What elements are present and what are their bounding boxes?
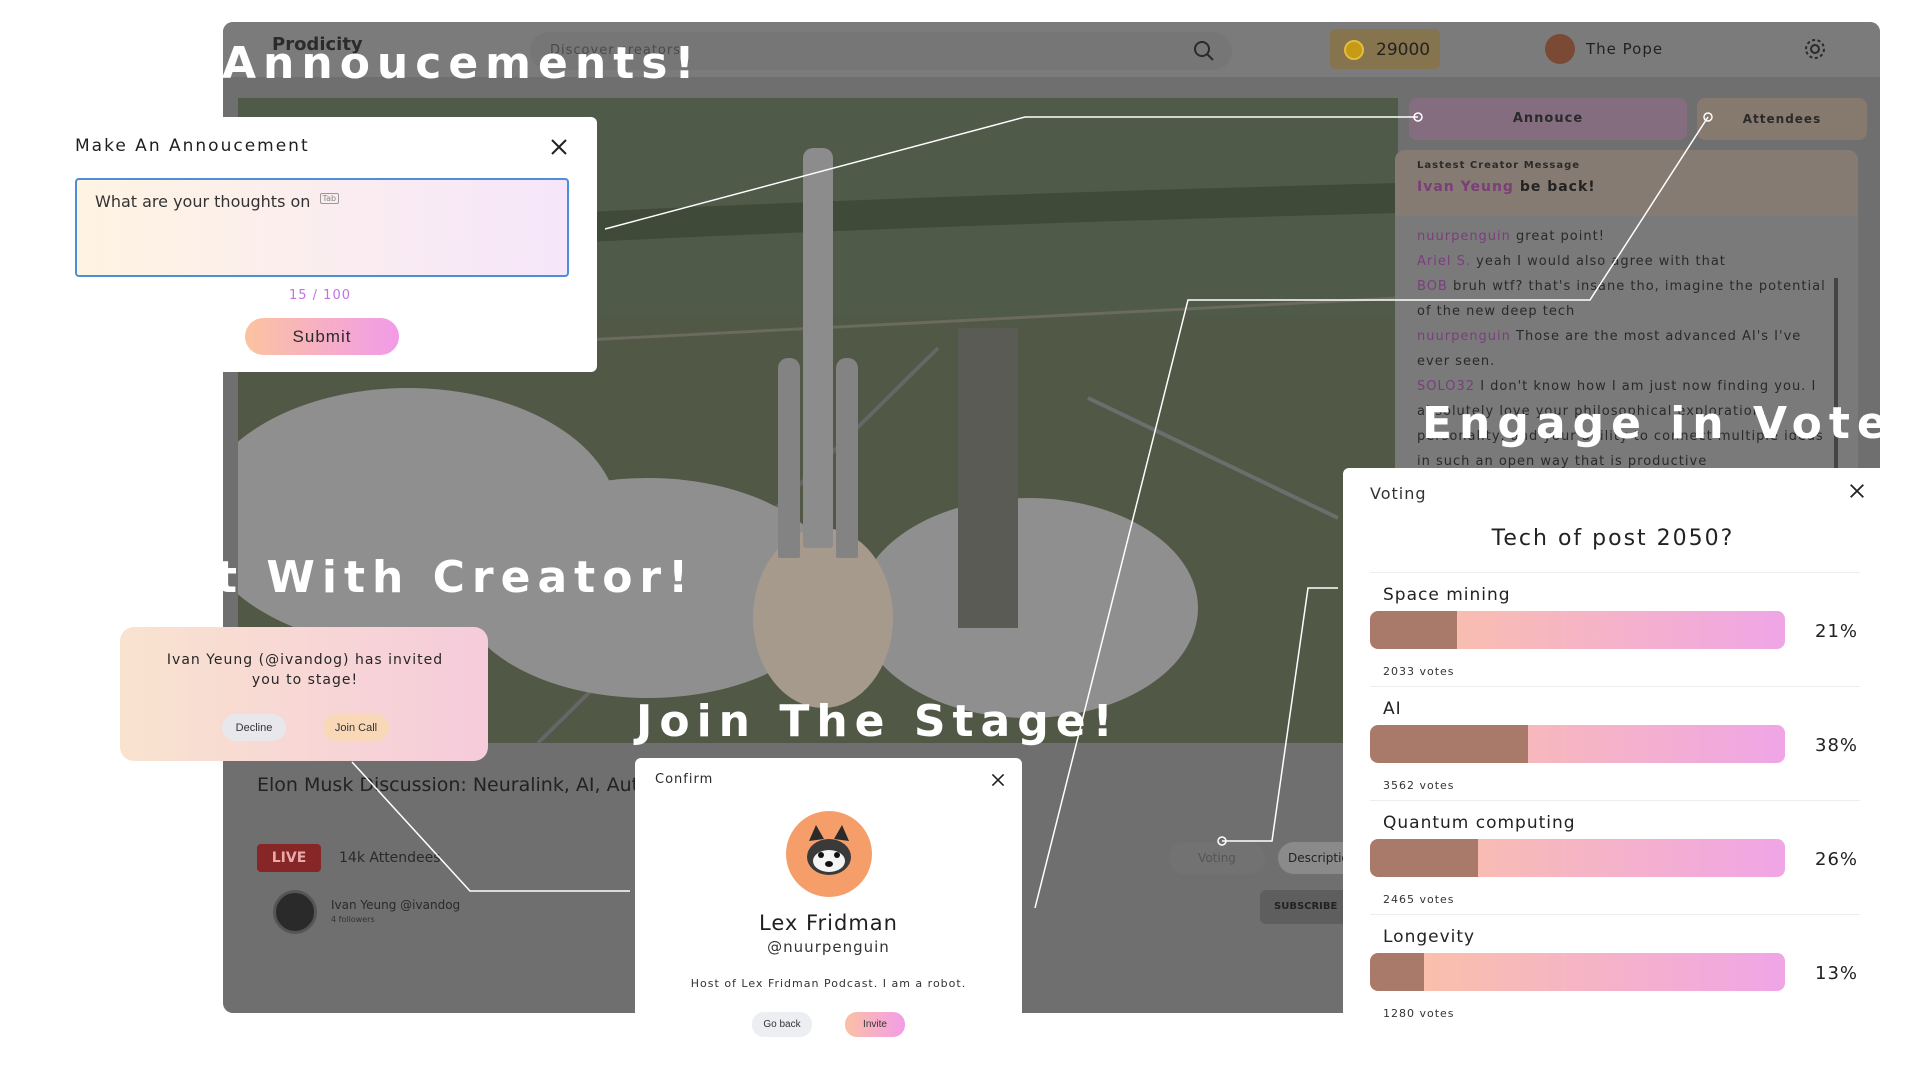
chat-text: yeah I would also agree with that — [1476, 254, 1726, 269]
coin-balance[interactable]: 29000 — [1330, 29, 1440, 69]
chat-user[interactable]: SOLO32 — [1417, 379, 1475, 394]
decline-button[interactable]: Decline — [222, 714, 286, 741]
vote-bar-fill — [1370, 611, 1458, 649]
latest-text: be back! — [1519, 179, 1596, 195]
stream-title: Elon Musk Discussion: Neuralink, AI, Aut — [257, 774, 640, 796]
latest-user[interactable]: Ivan Yeung — [1417, 179, 1514, 195]
announcement-input-text: What are your thoughts on — [95, 192, 311, 211]
search-icon[interactable] — [1192, 39, 1216, 63]
confirm-modal: Confirm Lex Fridman @nuurpenguin Host of… — [635, 758, 1022, 1037]
submit-button[interactable]: Submit — [245, 318, 399, 355]
chat-message: BOB bruh wtf? that's insane tho, imagine… — [1417, 274, 1832, 324]
attendee-count: 14k Attendees — [339, 850, 441, 866]
close-icon[interactable] — [549, 137, 569, 157]
headline-announcements: Annoucements! — [222, 38, 702, 89]
headline-chat: t With Creator! — [216, 552, 696, 603]
chat-message: Ariel S. yeah I would also agree with th… — [1417, 249, 1832, 274]
close-icon[interactable] — [1848, 482, 1866, 500]
coin-value: 29000 — [1376, 40, 1431, 60]
vote-option: Space mining 21% 2033 votes — [1370, 572, 1860, 684]
voting-panel: Voting Tech of post 2050? Space mining 2… — [1343, 468, 1888, 1028]
tab-hint: Tab — [319, 192, 340, 204]
vote-bar[interactable] — [1370, 839, 1785, 877]
rocket-booster-right — [836, 358, 858, 558]
vote-count: 2033 votes — [1383, 665, 1455, 678]
vote-percent: 26% — [1815, 849, 1859, 870]
vote-bar-fill — [1370, 953, 1424, 991]
vote-bar[interactable] — [1370, 953, 1785, 991]
rocket — [803, 148, 833, 548]
rocket-booster-left — [778, 358, 800, 558]
vote-option-label: Quantum computing — [1383, 813, 1576, 833]
vote-count: 2465 votes — [1383, 893, 1455, 906]
invite-message: Ivan Yeung (@ivandog) has invited you to… — [166, 652, 444, 688]
voting-question: Tech of post 2050? — [1491, 526, 1735, 551]
profile-bio: Host of Lex Fridman Podcast. I am a robo… — [690, 977, 967, 990]
chat-user[interactable]: Ariel S. — [1417, 254, 1471, 269]
vote-bar[interactable] — [1370, 725, 1785, 763]
chat-user[interactable]: BOB — [1417, 279, 1448, 294]
join-call-button[interactable]: Join Call — [323, 714, 389, 741]
headline-stage: Join The Stage! — [636, 696, 1120, 747]
latest-label: Lastest Creator Message — [1417, 160, 1581, 171]
creator-avatar[interactable] — [273, 890, 317, 934]
rocket-exhaust — [753, 528, 893, 708]
launch-tower — [958, 328, 1018, 628]
vote-percent: 21% — [1815, 621, 1859, 642]
chat-text: great point! — [1516, 229, 1605, 244]
tab-announce[interactable]: Annouce — [1409, 98, 1687, 140]
close-icon[interactable] — [990, 772, 1006, 788]
vote-option: Longevity 13% 1280 votes — [1370, 914, 1860, 1026]
vote-count: 3562 votes — [1383, 779, 1455, 792]
vote-bar-fill — [1370, 725, 1528, 763]
live-badge: LIVE — [257, 844, 321, 872]
vote-option-label: AI — [1383, 699, 1402, 719]
vote-option-label: Space mining — [1383, 585, 1511, 605]
user-name[interactable]: The Pope — [1586, 40, 1663, 58]
stage-invite-toast: Ivan Yeung (@ivandog) has invited you to… — [120, 627, 488, 761]
announcement-modal: Make An Annoucement What are your though… — [59, 117, 597, 372]
vote-bar[interactable] — [1370, 611, 1785, 649]
vote-option: Quantum computing 26% 2465 votes — [1370, 800, 1860, 912]
headline-votes: Engage in Votes! — [1422, 398, 1920, 449]
raccoon-avatar-icon — [786, 811, 872, 897]
chat-message: nuurpenguin Those are the most advanced … — [1417, 324, 1832, 374]
invite-button[interactable]: Invite — [845, 1012, 905, 1037]
tab-attendees[interactable]: Attendees — [1697, 98, 1867, 140]
creator-followers: 4 followers — [331, 915, 375, 924]
chat-user[interactable]: nuurpenguin — [1417, 329, 1511, 344]
character-counter: 15 / 100 — [289, 288, 351, 303]
announcement-input[interactable]: What are your thoughts on Tab — [75, 178, 569, 277]
vote-bar-fill — [1370, 839, 1478, 877]
smoke-cloud-right — [858, 498, 1198, 718]
latest-creator-message: Lastest Creator Message Ivan Yeung be ba… — [1395, 150, 1858, 216]
user-avatar[interactable] — [1545, 34, 1575, 64]
profile-handle: @nuurpenguin — [767, 938, 890, 956]
announcement-modal-title: Make An Annoucement — [75, 136, 310, 156]
chat-message: nuurpenguin great point! — [1417, 224, 1832, 249]
voting-label: Voting — [1370, 484, 1427, 503]
vote-percent: 38% — [1815, 735, 1859, 756]
tab-voting[interactable]: Voting — [1169, 842, 1265, 874]
coin-icon — [1344, 40, 1364, 60]
go-back-button[interactable]: Go back — [752, 1012, 812, 1037]
vote-option: AI 38% 3562 votes — [1370, 686, 1860, 798]
profile-name: Lex Fridman — [759, 911, 898, 935]
confirm-modal-title: Confirm — [655, 772, 714, 787]
creator-name[interactable]: Ivan Yeung @ivandog — [331, 898, 460, 912]
gear-icon[interactable] — [1803, 37, 1827, 61]
vote-percent: 13% — [1815, 963, 1859, 984]
chat-user[interactable]: nuurpenguin — [1417, 229, 1511, 244]
vote-count: 1280 votes — [1383, 1007, 1455, 1020]
chat-text: bruh wtf? that's insane tho, imagine the… — [1417, 279, 1826, 319]
latest-message: Ivan Yeung be back! — [1417, 179, 1836, 195]
vote-option-label: Longevity — [1383, 927, 1476, 947]
